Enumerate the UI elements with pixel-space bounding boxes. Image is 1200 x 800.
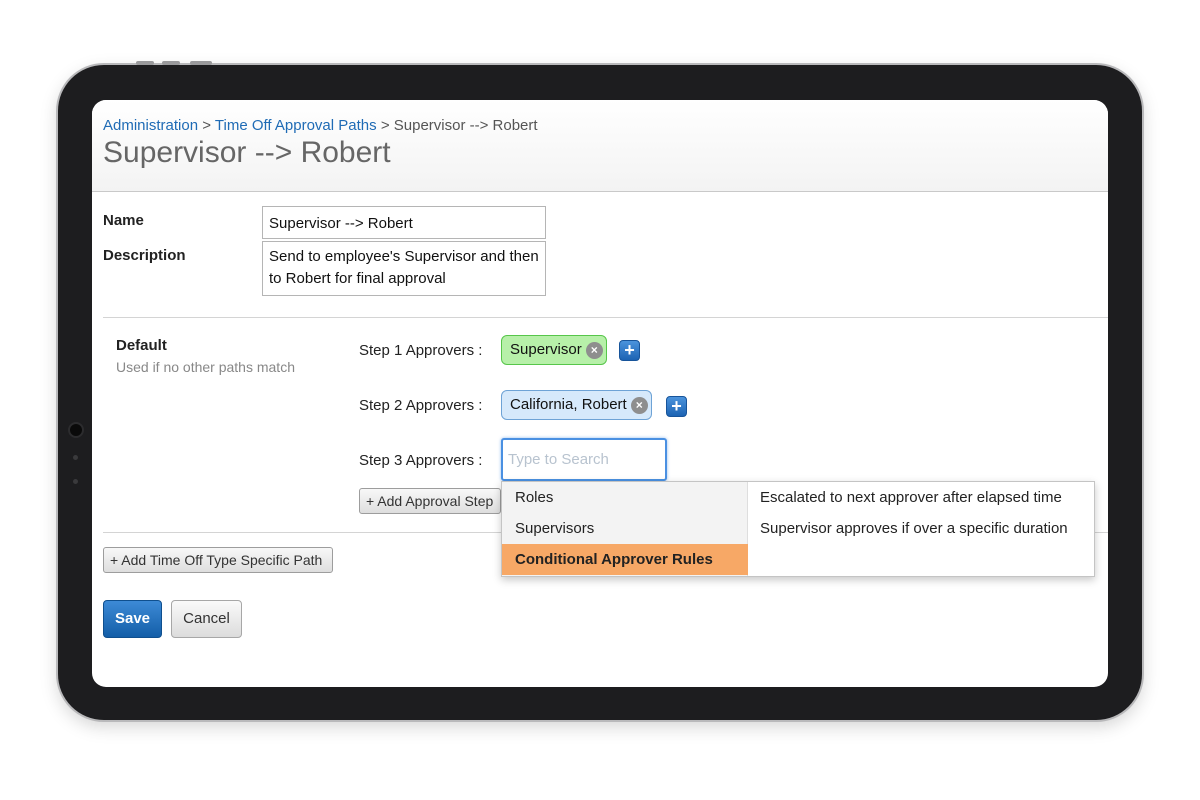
remove-chip-icon[interactable]: × (585, 342, 603, 359)
page-header: Administration > Time Off Approval Paths… (92, 100, 1108, 192)
save-button[interactable]: Save (103, 600, 162, 638)
app-screen: Administration > Time Off Approval Paths… (92, 100, 1108, 687)
breadcrumb-current: Supervisor --> Robert (393, 117, 538, 134)
breadcrumb-separator: > (202, 117, 211, 134)
step-2-approver-chip[interactable]: California, Robert × (501, 390, 652, 420)
breadcrumb-separator: > (380, 117, 390, 134)
chip-label: California, Robert (510, 396, 627, 413)
power-button (190, 61, 212, 65)
sensor-icon (73, 479, 78, 484)
add-approval-step-button[interactable]: + Add Approval Step (359, 488, 501, 514)
step-1-approver-chip[interactable]: Supervisor × (501, 335, 607, 365)
default-path-title: Default (116, 337, 167, 354)
front-camera-icon (68, 422, 84, 438)
dropdown-category-roles[interactable]: Roles (502, 482, 748, 513)
cancel-button[interactable]: Cancel (171, 600, 242, 638)
remove-chip-icon[interactable]: × (630, 397, 648, 414)
name-input[interactable]: Supervisor --> Robert (262, 206, 546, 239)
breadcrumb: Administration > Time Off Approval Paths… (103, 117, 538, 134)
approver-search-input[interactable] (501, 438, 667, 481)
dropdown-category-list: Roles Supervisors Conditional Approver R… (502, 482, 748, 576)
step-1-label: Step 1 Approvers : (359, 342, 483, 359)
dropdown-category-conditional-rules[interactable]: Conditional Approver Rules (502, 544, 748, 575)
add-step-2-approver-button[interactable]: + (666, 396, 687, 417)
divider (103, 317, 1108, 318)
volume-button (162, 61, 180, 65)
dropdown-option-escalated[interactable]: Escalated to next approver after elapsed… (760, 489, 1062, 506)
chip-label: Supervisor (510, 341, 582, 358)
add-time-off-type-path-button[interactable]: + Add Time Off Type Specific Path (103, 547, 333, 573)
plus-icon: + (624, 340, 635, 360)
description-textarea[interactable]: Send to employee's Supervisor and then t… (262, 241, 546, 296)
default-path-subtitle: Used if no other paths match (116, 359, 295, 375)
name-label: Name (103, 212, 144, 229)
page-title: Supervisor --> Robert (103, 136, 391, 169)
plus-icon: + (671, 396, 682, 416)
breadcrumb-link-approval-paths[interactable]: Time Off Approval Paths (215, 117, 377, 134)
add-step-1-approver-button[interactable]: + (619, 340, 640, 361)
dropdown-option-duration[interactable]: Supervisor approves if over a specific d… (760, 520, 1068, 537)
step-2-label: Step 2 Approvers : (359, 397, 483, 414)
sensor-icon (73, 455, 78, 460)
step-3-label: Step 3 Approvers : (359, 452, 483, 469)
dropdown-category-supervisors[interactable]: Supervisors (502, 513, 748, 544)
description-label: Description (103, 247, 186, 264)
volume-button (136, 61, 154, 65)
breadcrumb-link-administration[interactable]: Administration (103, 117, 198, 134)
approver-dropdown: Roles Supervisors Conditional Approver R… (501, 481, 1095, 577)
